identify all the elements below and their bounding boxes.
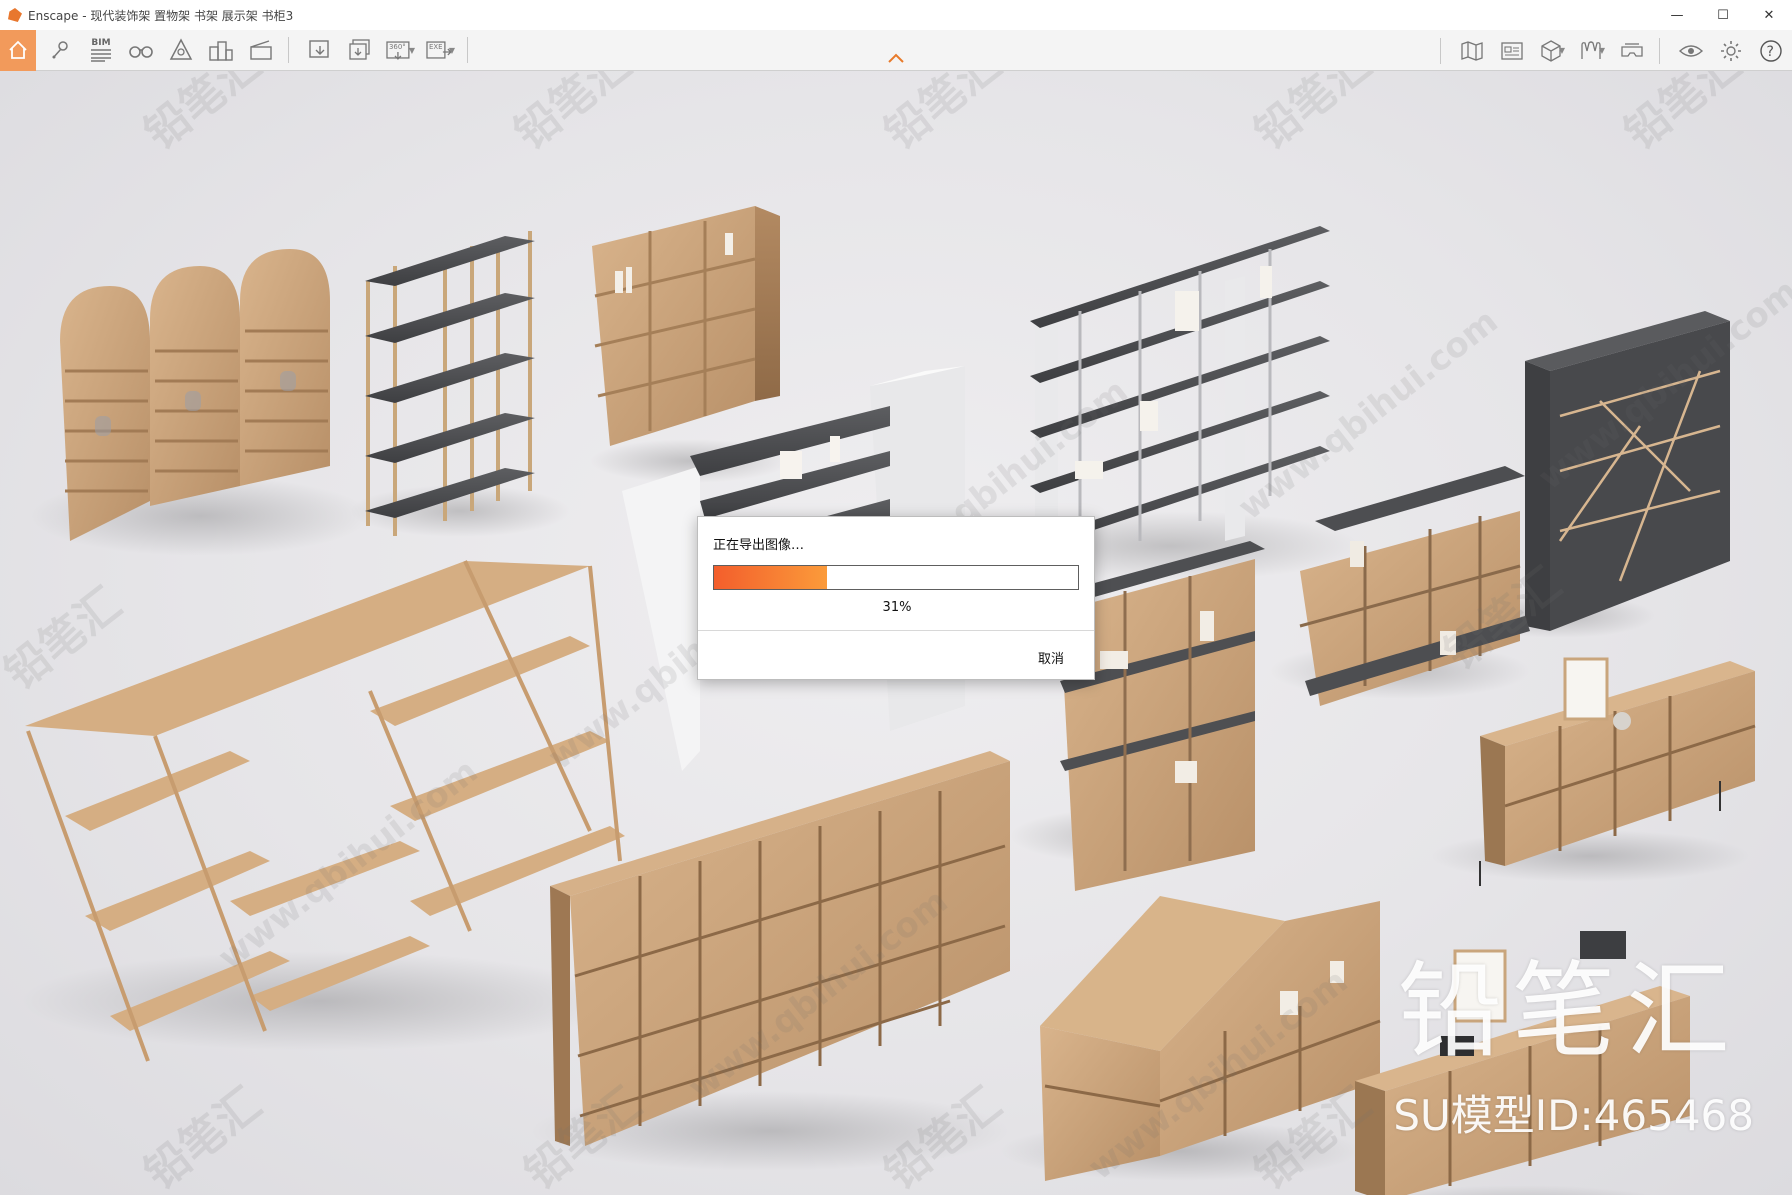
toolbar-collapse-chevron-icon[interactable] bbox=[886, 52, 906, 64]
chevron-down-icon: ▼ bbox=[408, 45, 415, 55]
map-icon bbox=[1461, 40, 1483, 61]
maximize-button[interactable]: ☐ bbox=[1700, 0, 1746, 30]
binoculars-button[interactable] bbox=[126, 36, 156, 64]
home-button[interactable] bbox=[0, 29, 36, 71]
help-button[interactable]: ? bbox=[1756, 37, 1786, 65]
materials-button[interactable]: ▼ bbox=[1577, 37, 1607, 65]
export-progress-fill bbox=[714, 566, 827, 589]
bim-list-icon bbox=[91, 48, 111, 62]
toolbar-divider bbox=[1440, 37, 1441, 64]
batch-render-icon bbox=[349, 39, 370, 60]
toolbar-divider bbox=[467, 37, 468, 63]
visual-settings-button[interactable] bbox=[1676, 37, 1706, 65]
export-progress-bar bbox=[713, 565, 1079, 590]
progress-percent-label: 31% bbox=[882, 600, 912, 615]
export-exe-button[interactable]: EXE ▼ bbox=[425, 36, 455, 64]
title-bar: Enscape - 现代装饰架 置物架 书架 展示架 书柜3 — ☐ ✕ bbox=[0, 0, 1792, 30]
eye-icon bbox=[1678, 44, 1704, 57]
vr-headset-icon bbox=[1621, 42, 1643, 57]
clapper-button[interactable] bbox=[246, 36, 276, 64]
panorama-label: 360° bbox=[389, 43, 406, 51]
toolbar-right-group: ▼ ▼ ? bbox=[1428, 30, 1786, 71]
enscape-window: Enscape - 现代装饰架 置物架 书架 展示架 书柜3 — ☐ ✕ BIM bbox=[0, 0, 1792, 1195]
wood-cube-shelf-gray-top-model bbox=[1270, 466, 1530, 706]
gear-icon bbox=[1721, 40, 1741, 61]
close-button[interactable]: ✕ bbox=[1746, 0, 1792, 30]
light-wood-frame-shelving-model bbox=[20, 560, 625, 1062]
export-progress-dialog: 正在导出图像… 31% 取消 bbox=[697, 516, 1095, 680]
chevron-down-icon: ▼ bbox=[448, 45, 455, 55]
screenshot-icon bbox=[309, 40, 329, 58]
enscape-logo-icon bbox=[8, 8, 22, 22]
binoculars-icon bbox=[129, 46, 153, 58]
arched-bookshelf-model bbox=[30, 249, 370, 556]
window-title: Enscape - 现代装饰架 置物架 书架 展示架 书柜3 bbox=[28, 8, 294, 23]
chevron-down-icon: ▼ bbox=[1558, 46, 1566, 55]
buildings-icon bbox=[209, 41, 233, 61]
chevron-down-icon: ▼ bbox=[1598, 46, 1606, 55]
location-pin-icon bbox=[52, 41, 68, 59]
svg-text:铅笔汇: 铅笔汇 bbox=[1615, 71, 1750, 160]
home-icon bbox=[9, 40, 27, 59]
asset-library-button[interactable]: ▼ bbox=[1537, 37, 1567, 65]
general-settings-button[interactable] bbox=[1716, 37, 1746, 65]
toolbar-divider bbox=[1659, 37, 1660, 64]
svg-text:铅笔汇: 铅笔汇 bbox=[135, 71, 270, 160]
metal-frame-shelf-model bbox=[350, 231, 570, 537]
views-button[interactable] bbox=[1497, 37, 1527, 65]
exe-label: EXE bbox=[429, 43, 443, 51]
vr-headset-button[interactable] bbox=[1617, 37, 1647, 65]
batch-render-button[interactable] bbox=[345, 36, 375, 64]
screenshot-button[interactable] bbox=[305, 36, 335, 64]
dialog-title: 正在导出图像… bbox=[713, 538, 805, 553]
help-glyph: ? bbox=[1767, 44, 1774, 60]
svg-text:铅笔汇: 铅笔汇 bbox=[1245, 71, 1380, 160]
clapper-icon bbox=[250, 40, 272, 60]
bim-label: BIM bbox=[91, 37, 111, 48]
svg-text:铅笔汇: 铅笔汇 bbox=[0, 578, 131, 699]
svg-text:铅笔汇: 铅笔汇 bbox=[505, 71, 640, 160]
window-controls: — ☐ ✕ bbox=[1654, 0, 1792, 30]
panorama-button[interactable]: 360° ▼ bbox=[385, 36, 415, 64]
minimize-button[interactable]: — bbox=[1654, 0, 1700, 30]
location-pin-button[interactable] bbox=[46, 36, 76, 64]
cancel-button[interactable]: 取消 bbox=[1038, 648, 1064, 667]
brand-watermark-large: 铅笔汇 bbox=[1397, 950, 1740, 1072]
atmosphere-icon bbox=[169, 38, 193, 60]
buildings-button[interactable] bbox=[206, 36, 236, 64]
dialog-divider bbox=[698, 630, 1094, 631]
toolbar-divider bbox=[288, 37, 289, 63]
atmosphere-button[interactable] bbox=[166, 36, 196, 64]
bim-button[interactable]: BIM bbox=[86, 36, 116, 64]
model-id-watermark: SU模型ID:465468 bbox=[1393, 1091, 1754, 1140]
map-button[interactable] bbox=[1457, 37, 1487, 65]
help-icon: ? bbox=[1760, 39, 1782, 62]
svg-text:铅笔汇: 铅笔汇 bbox=[135, 1078, 270, 1195]
svg-text:铅笔汇: 铅笔汇 bbox=[875, 71, 1010, 160]
views-icon bbox=[1501, 41, 1523, 60]
